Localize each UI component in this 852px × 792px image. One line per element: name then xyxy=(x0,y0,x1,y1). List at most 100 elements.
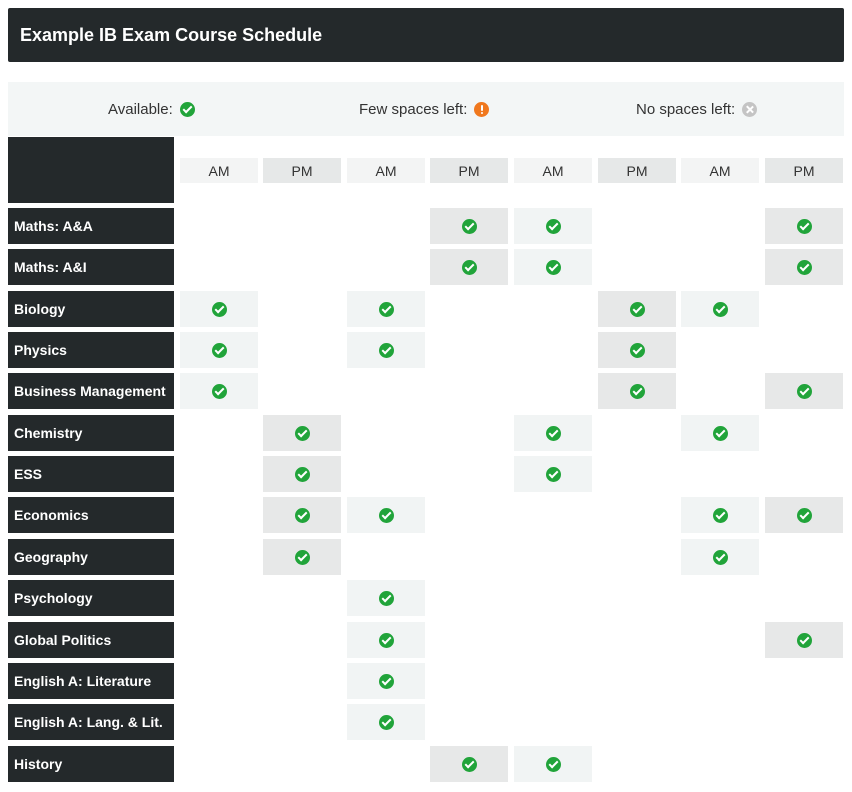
column-header-am: AM xyxy=(347,158,425,183)
schedule-cell-available[interactable] xyxy=(263,415,341,451)
row-label: Chemistry xyxy=(8,415,174,451)
column-header-am: AM xyxy=(180,158,258,183)
schedule-cell-available[interactable] xyxy=(347,663,425,699)
legend-few: Few spaces left: xyxy=(359,82,490,136)
check-circle-icon xyxy=(712,301,728,317)
alert-circle-icon xyxy=(474,101,490,117)
row-label: Geography xyxy=(8,539,174,575)
table-corner xyxy=(8,137,174,203)
check-circle-icon xyxy=(796,218,812,234)
check-circle-icon xyxy=(378,342,394,358)
row-label: Biology xyxy=(8,291,174,327)
schedule-cell-available[interactable] xyxy=(681,497,759,533)
schedule-cell-available[interactable] xyxy=(598,291,676,327)
check-circle-icon xyxy=(294,466,310,482)
schedule-cell-available[interactable] xyxy=(681,291,759,327)
row-label: ESS xyxy=(8,456,174,492)
check-circle-icon xyxy=(378,632,394,648)
schedule-cell-available[interactable] xyxy=(514,249,592,285)
legend-few-label: Few spaces left: xyxy=(359,100,468,118)
schedule-cell-available[interactable] xyxy=(430,208,508,244)
check-circle-icon xyxy=(378,714,394,730)
check-circle-icon xyxy=(629,301,645,317)
check-circle-icon xyxy=(545,756,561,772)
check-circle-icon xyxy=(461,218,477,234)
check-circle-icon xyxy=(545,466,561,482)
legend-available-label: Available: xyxy=(108,100,173,118)
x-circle-icon xyxy=(742,101,758,117)
schedule-cell-available[interactable] xyxy=(681,539,759,575)
schedule-cell-available[interactable] xyxy=(765,622,843,658)
schedule-cell-available[interactable] xyxy=(347,291,425,327)
legend-available: Available: xyxy=(108,82,195,136)
check-circle-icon xyxy=(211,301,227,317)
row-label: Economics xyxy=(8,497,174,533)
column-header-pm: PM xyxy=(598,158,676,183)
schedule-cell-available[interactable] xyxy=(263,497,341,533)
check-circle-icon xyxy=(378,590,394,606)
schedule-cell-available[interactable] xyxy=(681,415,759,451)
check-circle-icon xyxy=(796,507,812,523)
legend-none: No spaces left: xyxy=(636,82,758,136)
schedule-cell-available[interactable] xyxy=(347,497,425,533)
page-title: Example IB Exam Course Schedule xyxy=(8,8,844,62)
schedule-cell-available[interactable] xyxy=(514,415,592,451)
row-label: History xyxy=(8,746,174,782)
check-circle-icon xyxy=(179,101,195,117)
check-circle-icon xyxy=(378,673,394,689)
row-label: Psychology xyxy=(8,580,174,616)
row-label: Maths: A&A xyxy=(8,208,174,244)
column-header-pm: PM xyxy=(430,158,508,183)
check-circle-icon xyxy=(796,632,812,648)
schedule-cell-available[interactable] xyxy=(765,208,843,244)
column-header-pm: PM xyxy=(263,158,341,183)
check-circle-icon xyxy=(796,259,812,275)
schedule-cell-available[interactable] xyxy=(263,539,341,575)
schedule-cell-available[interactable] xyxy=(180,332,258,368)
row-label: English A: Lang. & Lit. xyxy=(8,704,174,740)
check-circle-icon xyxy=(461,259,477,275)
schedule-cell-available[interactable] xyxy=(430,249,508,285)
row-label: Maths: A&I xyxy=(8,249,174,285)
schedule-cell-available[interactable] xyxy=(347,622,425,658)
check-circle-icon xyxy=(629,383,645,399)
check-circle-icon xyxy=(211,342,227,358)
row-label: Physics xyxy=(8,332,174,368)
check-circle-icon xyxy=(211,383,227,399)
legend: Available: Few spaces left: No spaces le… xyxy=(8,82,844,136)
column-header-pm: PM xyxy=(765,158,843,183)
check-circle-icon xyxy=(545,259,561,275)
schedule-cell-available[interactable] xyxy=(180,373,258,409)
row-label: English A: Literature xyxy=(8,663,174,699)
schedule-cell-available[interactable] xyxy=(347,704,425,740)
check-circle-icon xyxy=(545,218,561,234)
check-circle-icon xyxy=(712,425,728,441)
column-header-am: AM xyxy=(681,158,759,183)
check-circle-icon xyxy=(712,549,728,565)
column-header-am: AM xyxy=(514,158,592,183)
schedule-cell-available[interactable] xyxy=(598,332,676,368)
check-circle-icon xyxy=(712,507,728,523)
check-circle-icon xyxy=(378,507,394,523)
schedule-cell-available[interactable] xyxy=(347,332,425,368)
schedule-cell-available[interactable] xyxy=(430,746,508,782)
schedule-cell-available[interactable] xyxy=(180,291,258,327)
schedule-cell-available[interactable] xyxy=(765,249,843,285)
schedule-cell-available[interactable] xyxy=(598,373,676,409)
schedule-cell-available[interactable] xyxy=(514,746,592,782)
check-circle-icon xyxy=(378,301,394,317)
row-label: Business Management xyxy=(8,373,174,409)
schedule-cell-available[interactable] xyxy=(347,580,425,616)
check-circle-icon xyxy=(294,549,310,565)
row-label: Global Politics xyxy=(8,622,174,658)
legend-none-label: No spaces left: xyxy=(636,100,736,118)
schedule-cell-available[interactable] xyxy=(514,208,592,244)
check-circle-icon xyxy=(294,425,310,441)
schedule-cell-available[interactable] xyxy=(765,373,843,409)
check-circle-icon xyxy=(294,507,310,523)
schedule-cell-available[interactable] xyxy=(263,456,341,492)
schedule-cell-available[interactable] xyxy=(514,456,592,492)
check-circle-icon xyxy=(545,425,561,441)
check-circle-icon xyxy=(461,756,477,772)
schedule-cell-available[interactable] xyxy=(765,497,843,533)
